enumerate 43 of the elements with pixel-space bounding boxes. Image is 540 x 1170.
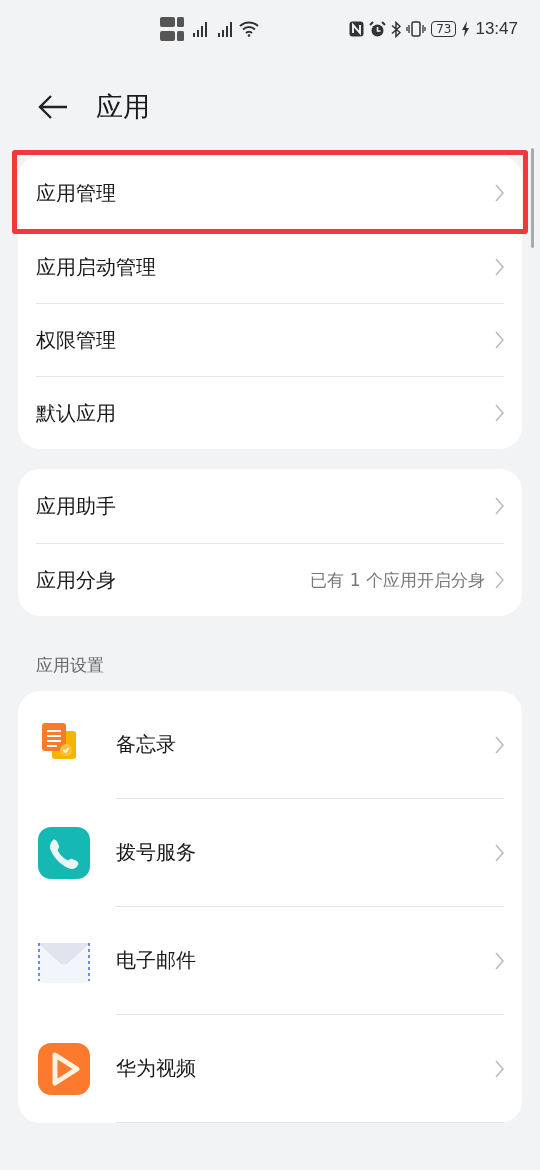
settings-row[interactable]: 应用启动管理 xyxy=(36,231,504,304)
app-name: 拨号服务 xyxy=(116,839,197,866)
app-row[interactable]: 电子邮件 xyxy=(36,907,504,1015)
settings-row[interactable]: 权限管理 xyxy=(36,304,504,377)
app-name: 电子邮件 xyxy=(116,947,197,974)
row-value: 已有 1 个应用开启分身 xyxy=(310,568,485,592)
bluetooth-icon xyxy=(391,20,402,38)
chevron-icon xyxy=(495,258,504,276)
row-label: 应用管理 xyxy=(36,179,117,207)
section-title: 应用设置 xyxy=(35,654,105,677)
chevron-icon xyxy=(495,184,504,202)
phone-app-icon xyxy=(36,825,92,881)
row-label: 应用启动管理 xyxy=(36,253,157,281)
nfc-icon xyxy=(349,21,365,37)
chevron-icon xyxy=(495,951,504,970)
wifi-icon xyxy=(239,21,259,37)
alarm-icon xyxy=(369,20,387,38)
chevron-icon xyxy=(495,331,504,349)
app-row[interactable]: 华为视频 xyxy=(36,1015,504,1123)
chevron-icon xyxy=(495,497,504,515)
settings-row[interactable]: 应用分身 已有 1 个应用开启分身 xyxy=(36,544,504,616)
back-arrow-icon[interactable] xyxy=(38,95,68,119)
row-label: 应用分身 xyxy=(36,566,117,594)
app-row[interactable]: 备忘录 xyxy=(36,691,504,799)
chevron-icon xyxy=(495,571,504,589)
app-name: 备忘录 xyxy=(116,731,177,758)
chevron-icon xyxy=(495,843,504,862)
video-app-icon xyxy=(36,1041,92,1097)
settings-row[interactable]: 应用助手 xyxy=(36,469,504,544)
battery-level: 73 xyxy=(431,21,457,37)
charging-icon xyxy=(461,21,471,37)
row-label: 默认应用 xyxy=(36,399,117,427)
row-label: 权限管理 xyxy=(36,326,117,354)
page-title: 应用 xyxy=(96,90,150,124)
row-label: 应用助手 xyxy=(36,492,117,520)
settings-row[interactable]: 默认应用 xyxy=(36,377,504,449)
vibrate-icon xyxy=(406,21,427,37)
chevron-icon xyxy=(495,404,504,422)
chevron-icon xyxy=(495,1059,504,1078)
chevron-icon xyxy=(495,735,504,754)
app-row[interactable]: 拨号服务 xyxy=(36,799,504,907)
app-name: 华为视频 xyxy=(116,1055,197,1082)
clock-time: 13:47 xyxy=(475,19,518,39)
